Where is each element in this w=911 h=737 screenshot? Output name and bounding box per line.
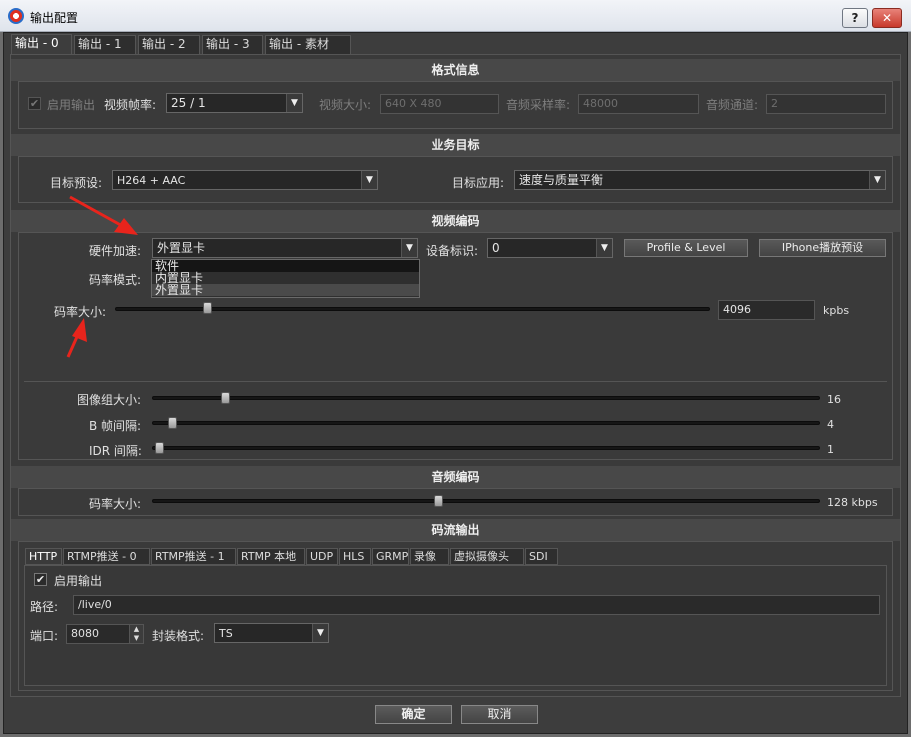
annotation-arrow-icon xyxy=(69,195,138,235)
annotation-overlay xyxy=(66,195,138,358)
annotation-arrow-icon xyxy=(66,318,87,358)
